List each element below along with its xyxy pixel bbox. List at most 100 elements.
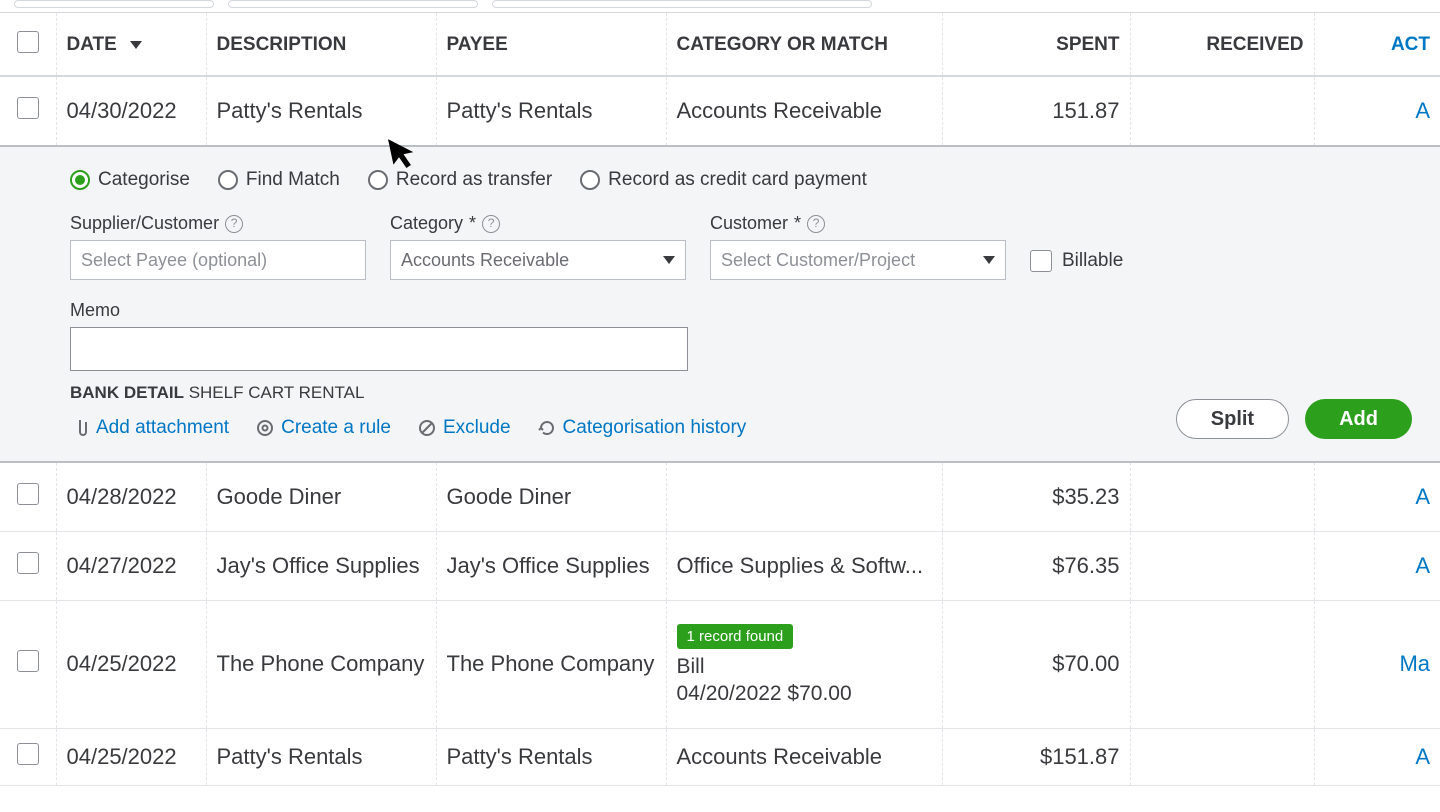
table-row[interactable]: 04/25/2022 Patty's Rentals Patty's Renta… bbox=[0, 728, 1440, 785]
radio-icon bbox=[368, 170, 388, 190]
cell-description: Patty's Rentals bbox=[206, 76, 436, 146]
cell-date: 04/27/2022 bbox=[56, 532, 206, 601]
cell-description: Patty's Rentals bbox=[206, 728, 436, 785]
add-attachment-link[interactable]: Add attachment bbox=[70, 417, 229, 439]
cell-received bbox=[1130, 728, 1314, 785]
row-checkbox[interactable] bbox=[17, 743, 39, 765]
exclude-link[interactable]: Exclude bbox=[417, 417, 511, 439]
memo-input[interactable] bbox=[70, 327, 688, 371]
col-action-header: ACT bbox=[1314, 13, 1440, 77]
col-description-header[interactable]: DESCRIPTION bbox=[206, 13, 436, 77]
radio-icon bbox=[580, 170, 600, 190]
cell-received bbox=[1130, 532, 1314, 601]
filter-box[interactable] bbox=[228, 0, 478, 8]
exclude-icon bbox=[417, 418, 437, 438]
cell-category: Accounts Receivable bbox=[666, 76, 942, 146]
cell-spent: 151.87 bbox=[942, 76, 1130, 146]
help-icon[interactable]: ? bbox=[482, 215, 500, 233]
cell-spent: $35.23 bbox=[942, 462, 1130, 532]
cell-description: The Phone Company bbox=[206, 601, 436, 729]
radio-icon bbox=[70, 170, 90, 190]
row-action-link[interactable]: A bbox=[1314, 728, 1440, 785]
col-category-header[interactable]: CATEGORY OR MATCH bbox=[666, 13, 942, 77]
row-checkbox[interactable] bbox=[17, 483, 39, 505]
mode-radio-group: Categorise Find Match Record as transfer bbox=[70, 169, 1412, 191]
radio-icon bbox=[218, 170, 238, 190]
table-row[interactable]: 04/28/2022 Goode Diner Goode Diner $35.2… bbox=[0, 462, 1440, 532]
cell-date: 04/28/2022 bbox=[56, 462, 206, 532]
history-icon bbox=[537, 418, 557, 438]
cell-date: 04/25/2022 bbox=[56, 601, 206, 729]
chevron-down-icon bbox=[983, 256, 995, 264]
col-spent-header[interactable]: SPENT bbox=[942, 13, 1130, 77]
cell-category-match: 1 record found Bill 04/20/2022 $70.00 bbox=[666, 601, 942, 729]
cell-spent: $76.35 bbox=[942, 532, 1130, 601]
radio-find-match[interactable]: Find Match bbox=[218, 169, 340, 191]
filter-box[interactable] bbox=[492, 0, 872, 8]
row-checkbox[interactable] bbox=[17, 97, 39, 119]
paperclip-icon bbox=[70, 418, 90, 438]
category-select[interactable]: Accounts Receivable bbox=[390, 240, 686, 280]
filter-box[interactable] bbox=[14, 0, 214, 8]
transactions-table: DATE DESCRIPTION PAYEE CATEGORY OR MATCH… bbox=[0, 12, 1440, 786]
cell-category: Accounts Receivable bbox=[666, 728, 942, 785]
chevron-down-icon bbox=[663, 256, 675, 264]
memo-label: Memo bbox=[70, 300, 1412, 321]
table-row[interactable]: 04/30/2022 Patty's Rentals Patty's Renta… bbox=[0, 76, 1440, 146]
cell-received bbox=[1130, 462, 1314, 532]
col-date-label: DATE bbox=[67, 34, 117, 55]
supplier-label: Supplier/Customer ? bbox=[70, 213, 366, 234]
cell-spent: $151.87 bbox=[942, 728, 1130, 785]
checkbox-icon bbox=[1030, 250, 1052, 272]
split-button[interactable]: Split bbox=[1176, 399, 1289, 439]
cell-description: Goode Diner bbox=[206, 462, 436, 532]
cell-payee: Jay's Office Supplies bbox=[436, 532, 666, 601]
cell-received bbox=[1130, 76, 1314, 146]
row-action-link[interactable]: A bbox=[1314, 76, 1440, 146]
cell-received bbox=[1130, 601, 1314, 729]
cell-payee: The Phone Company bbox=[436, 601, 666, 729]
match-badge: 1 record found bbox=[677, 624, 794, 649]
cell-date: 04/25/2022 bbox=[56, 728, 206, 785]
filter-bar bbox=[0, 0, 1440, 12]
help-icon[interactable]: ? bbox=[807, 215, 825, 233]
expanded-panel-row: Categorise Find Match Record as transfer bbox=[0, 146, 1440, 462]
col-received-header[interactable]: RECEIVED bbox=[1130, 13, 1314, 77]
billable-checkbox[interactable]: Billable bbox=[1030, 250, 1123, 280]
col-date-header[interactable]: DATE bbox=[56, 13, 206, 77]
row-checkbox[interactable] bbox=[17, 650, 39, 672]
customer-label: Customer* ? bbox=[710, 213, 1006, 234]
radio-record-cc[interactable]: Record as credit card payment bbox=[580, 169, 867, 191]
cell-payee: Patty's Rentals bbox=[436, 728, 666, 785]
cell-spent: $70.00 bbox=[942, 601, 1130, 729]
cell-date: 04/30/2022 bbox=[56, 76, 206, 146]
cell-description: Jay's Office Supplies bbox=[206, 532, 436, 601]
gear-icon bbox=[255, 418, 275, 438]
row-action-link[interactable]: A bbox=[1314, 532, 1440, 601]
create-rule-link[interactable]: Create a rule bbox=[255, 417, 391, 439]
row-action-link[interactable]: Ma bbox=[1314, 601, 1440, 729]
categorise-panel: Categorise Find Match Record as transfer bbox=[0, 147, 1440, 461]
col-payee-header[interactable]: PAYEE bbox=[436, 13, 666, 77]
cell-category bbox=[666, 462, 942, 532]
cell-payee: Goode Diner bbox=[436, 462, 666, 532]
table-row[interactable]: 04/25/2022 The Phone Company The Phone C… bbox=[0, 601, 1440, 729]
customer-select[interactable]: Select Customer/Project bbox=[710, 240, 1006, 280]
cell-payee: Patty's Rentals bbox=[436, 76, 666, 146]
sort-desc-icon bbox=[130, 41, 142, 49]
select-all-checkbox[interactable] bbox=[17, 31, 39, 53]
help-icon[interactable]: ? bbox=[225, 215, 243, 233]
match-line2: 04/20/2022 $70.00 bbox=[677, 680, 932, 707]
radio-categorise[interactable]: Categorise bbox=[70, 169, 190, 191]
col-check-header[interactable] bbox=[0, 13, 56, 77]
radio-record-transfer[interactable]: Record as transfer bbox=[368, 169, 552, 191]
category-label: Category* ? bbox=[390, 213, 686, 234]
row-checkbox[interactable] bbox=[17, 552, 39, 574]
cell-category: Office Supplies & Softw... bbox=[666, 532, 942, 601]
table-row[interactable]: 04/27/2022 Jay's Office Supplies Jay's O… bbox=[0, 532, 1440, 601]
match-line1: Bill bbox=[677, 653, 932, 680]
history-link[interactable]: Categorisation history bbox=[537, 417, 747, 439]
add-button[interactable]: Add bbox=[1305, 399, 1412, 439]
row-action-link[interactable]: A bbox=[1314, 462, 1440, 532]
supplier-input[interactable]: Select Payee (optional) bbox=[70, 240, 366, 280]
